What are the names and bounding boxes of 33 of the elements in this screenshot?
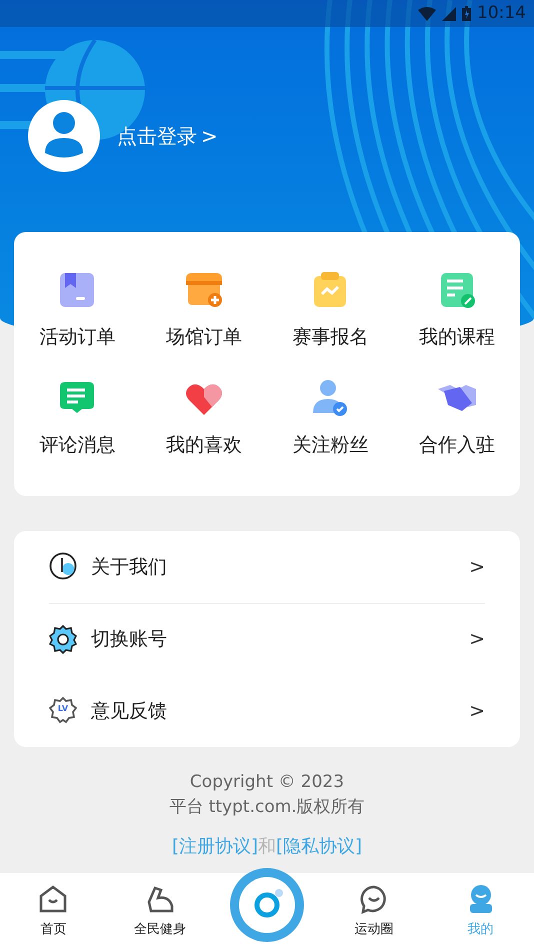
battery-icon: [462, 6, 471, 21]
shortcut-label[interactable]: 场馆订单: [166, 322, 242, 352]
settings-icon: [49, 624, 77, 654]
camera-button[interactable]: [228, 867, 305, 943]
shortcut-label[interactable]: 活动订单: [39, 322, 116, 352]
wifi-icon: [418, 6, 436, 20]
chevron-icon: >: [469, 552, 485, 582]
avatar-icon[interactable]: [28, 100, 100, 172]
menu-item[interactable]: 意见反馈: [91, 696, 456, 726]
chat-icon: [358, 884, 389, 914]
menu-item[interactable]: 切换账号: [91, 625, 456, 654]
joiner-text: 和: [258, 835, 276, 859]
chevron-icon: >: [469, 696, 485, 726]
level-label: LV: [56, 704, 70, 714]
tab[interactable]: 首页: [40, 920, 66, 940]
shortcut-label[interactable]: 关注粉丝: [292, 430, 368, 460]
signal-icon: [442, 6, 456, 20]
login-link[interactable]: 点击登录 >: [117, 121, 218, 151]
home-icon: [38, 884, 68, 914]
copyright-text: 平台 ttypt.com.版权所有: [169, 796, 365, 819]
shortcut-label[interactable]: 赛事报名: [292, 322, 368, 352]
tab[interactable]: 全民健身: [134, 920, 186, 940]
shortcut-label[interactable]: 我的喜欢: [166, 430, 242, 460]
info-icon: [49, 552, 77, 582]
clock-time: 10:14: [477, 2, 526, 25]
shortcut-label[interactable]: 合作入驻: [418, 430, 495, 460]
shortcut-label[interactable]: 我的课程: [418, 322, 495, 352]
chevron-icon: >: [469, 625, 485, 654]
menu-item[interactable]: 关于我们: [91, 552, 456, 582]
shortcut-label[interactable]: 评论消息: [39, 430, 116, 460]
arm-icon: [145, 884, 176, 914]
tab[interactable]: 运动圈: [354, 920, 394, 940]
copyright-text: Copyright © 2023: [190, 771, 344, 794]
